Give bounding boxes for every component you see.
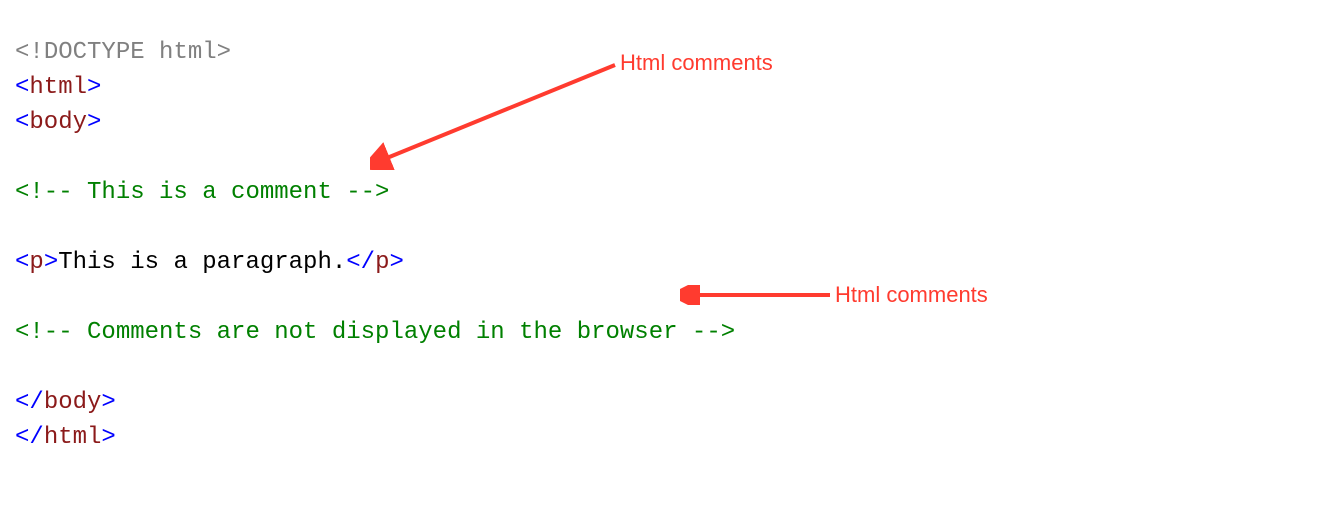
angle-close: > <box>87 109 101 136</box>
code-line-body-open: <body> <box>15 109 101 136</box>
angle-close: > <box>101 389 115 416</box>
code-line-html-open: <html> <box>15 74 101 101</box>
code-line-doctype: <!DOCTYPE html> <box>15 39 231 66</box>
comment-text: <!-- Comments are not displayed in the b… <box>15 319 735 346</box>
angle-open: < <box>15 249 29 276</box>
code-blank-line <box>15 214 29 241</box>
angle-close: > <box>87 74 101 101</box>
tag-body: body <box>29 109 87 136</box>
comment-text: <!-- This is a comment --> <box>15 179 389 206</box>
doctype-open: <!DOCTYPE html> <box>15 39 231 66</box>
tag-html: html <box>44 424 102 451</box>
code-line-body-close: </body> <box>15 389 116 416</box>
angle-close-open: </ <box>15 389 44 416</box>
angle-open: < <box>15 109 29 136</box>
angle-close: > <box>101 424 115 451</box>
code-blank-line <box>15 284 29 311</box>
tag-body: body <box>44 389 102 416</box>
annotation-label-2: Html comments <box>835 282 988 308</box>
code-blank-line <box>15 144 29 171</box>
code-line-comment1: <!-- This is a comment --> <box>15 179 389 206</box>
tag-p: p <box>29 249 43 276</box>
angle-open: < <box>15 74 29 101</box>
annotation-label-1: Html comments <box>620 50 773 76</box>
angle-close: > <box>44 249 58 276</box>
tag-p: p <box>375 249 389 276</box>
angle-close-open: </ <box>346 249 375 276</box>
tag-html: html <box>29 74 87 101</box>
code-blank-line <box>15 354 29 381</box>
code-line-html-close: </html> <box>15 424 116 451</box>
angle-close-open: </ <box>15 424 44 451</box>
code-line-paragraph: <p>This is a paragraph.</p> <box>15 249 404 276</box>
code-line-comment2: <!-- Comments are not displayed in the b… <box>15 319 735 346</box>
angle-close: > <box>389 249 403 276</box>
paragraph-text: This is a paragraph. <box>58 249 346 276</box>
